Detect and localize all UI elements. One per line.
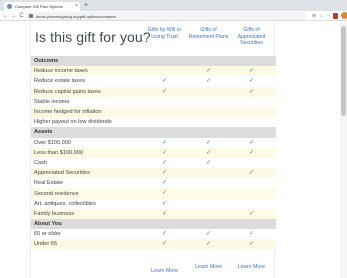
column-header-retirement[interactable]: Gifts of Retirement Plans <box>187 27 230 40</box>
checkmark-icon: ✓ <box>205 149 212 156</box>
table-row: Higher payout on low dividends <box>31 117 276 128</box>
table-row: Cash ✓ ✓ <box>31 157 276 169</box>
checkmark-icon: ✓ <box>248 88 255 95</box>
table-row: Real Estate ✓ <box>31 178 276 189</box>
checkmark-icon: ✓ <box>205 231 212 238</box>
table-row: Stable income <box>31 96 276 107</box>
browser-tab[interactable]: Compare Gift Plan Options × <box>4 2 80 11</box>
table-row: Reduce estate taxes ✓ ✓ ✓ <box>31 76 276 87</box>
checkmark-icon: ✓ <box>161 241 168 248</box>
checkmark-icon: ✓ <box>161 139 168 146</box>
row-label: Appreciated Securities <box>34 170 90 177</box>
checkmark-icon: ✓ <box>205 139 212 146</box>
checkmark-icon: ✓ <box>161 200 168 207</box>
table-row: 65 or older ✓ ✓ ✓ <box>31 229 276 240</box>
profile-avatar[interactable] <box>341 12 347 19</box>
new-tab-button[interactable]: + <box>84 1 88 10</box>
table-row: Second residence ✓ <box>31 188 276 199</box>
column-header-securities[interactable]: Gifts of Appreciated Securities <box>230 27 273 47</box>
table-row: Family business ✓ ✓ <box>31 208 276 219</box>
table-row: Reduce income taxes ✓ ✓ <box>31 66 276 77</box>
checkmark-icon: ✓ <box>248 78 255 85</box>
checkmark-icon: ✓ <box>248 231 255 238</box>
checkmark-icon: ✓ <box>161 159 168 166</box>
browser-tab-bar: Compare Gift Plan Options × + <box>0 0 347 11</box>
row-label: Over $100,000 <box>34 139 72 146</box>
section-header-row: Assets <box>31 127 276 138</box>
row-label: Real Estate <box>34 180 63 187</box>
checkmark-icon: ✓ <box>248 210 255 217</box>
row-label: Art, antiques, collectibles <box>34 200 96 207</box>
row-label: Reduce capital gains taxes <box>34 88 101 95</box>
table-row: Under 65 ✓ ✓ ✓ <box>31 239 276 250</box>
checkmark-icon: ✓ <box>161 78 168 85</box>
checkmark-icon: ✓ <box>161 88 168 95</box>
table-row: Less than $100,000 ✓ ✓ ✓ <box>31 147 276 158</box>
section-header-label: About You <box>34 221 62 228</box>
learn-more-link-will-trust[interactable]: Learn More <box>143 268 186 274</box>
table-row: Art, antiques, collectibles ✓ <box>31 198 276 209</box>
row-label: Second residence <box>34 190 79 197</box>
row-label: Higher payout on low dividends <box>34 119 112 126</box>
section-header-label: Assets <box>34 129 53 136</box>
row-label: Under 65 <box>34 241 58 248</box>
forward-icon[interactable]: → <box>10 12 17 20</box>
page-title: Is this gift for you? <box>35 29 151 45</box>
row-label: Cash <box>34 159 48 166</box>
checkmark-icon: ✓ <box>205 78 212 85</box>
red-extension-icon[interactable] <box>333 13 338 19</box>
browser-toolbar: ← → C demo.plannedgiving.org/gift-option… <box>0 11 347 21</box>
comparison-table: Outcome Reduce income taxes ✓ ✓ Reduce estat… <box>31 56 276 250</box>
learn-more-link-securities[interactable]: Learn More <box>230 264 273 270</box>
tab-title: Compare Gift Plan Options <box>15 4 63 9</box>
url-text[interactable]: demo.plannedgiving.org/gift-options/comp… <box>36 14 116 19</box>
back-icon[interactable]: ← <box>2 12 9 20</box>
learn-more-link-retirement[interactable]: Learn More <box>187 264 230 270</box>
reload-icon[interactable]: C <box>18 12 25 20</box>
checkmark-icon: ✓ <box>161 190 168 197</box>
checkmark-icon: ✓ <box>205 159 212 166</box>
section-header-row: Outcome <box>31 56 276 67</box>
table-row: Income hedged for inflation <box>31 106 276 118</box>
extension-icon[interactable]: ⊕ <box>311 13 317 19</box>
checkmark-icon: ✓ <box>248 170 255 177</box>
checkmark-icon: ✓ <box>161 180 168 187</box>
comparison-panel: Is this gift for you? Gifts by Will or L… <box>30 21 276 278</box>
web-page: Is this gift for you? Gifts by Will or L… <box>0 21 347 278</box>
checkmark-icon: ✓ <box>248 149 255 156</box>
checkmark-icon: ✓ <box>248 139 255 146</box>
checkmark-icon: ✓ <box>161 231 168 238</box>
row-label: 65 or older <box>34 231 61 238</box>
table-row: Over $100,000 ✓ ✓ ✓ <box>31 137 276 148</box>
checkmark-icon: ✓ <box>248 68 255 75</box>
row-label: Income hedged for inflation <box>34 109 102 116</box>
section-header-label: Outcome <box>34 58 59 65</box>
table-row: Reduce capital gains taxes ✓ ✓ <box>31 86 276 97</box>
row-label: Family business <box>34 210 75 217</box>
close-tab-icon[interactable]: × <box>73 3 80 10</box>
column-header-will-trust[interactable]: Gifts by Will or Living Trust <box>143 27 186 40</box>
checkmark-icon: ✓ <box>161 210 168 217</box>
bookmark-star-icon[interactable]: ☆ <box>318 13 324 19</box>
address-bar[interactable]: demo.plannedgiving.org/gift-options/comp… <box>26 12 306 20</box>
row-label: Reduce estate taxes <box>34 78 85 85</box>
row-label: Stable income <box>34 98 70 105</box>
scrollbar-thumb[interactable] <box>341 26 346 116</box>
checkmark-icon: ✓ <box>205 241 212 248</box>
table-row: Appreciated Securities ✓ ✓ <box>31 168 276 179</box>
checkmark-icon: ✓ <box>161 170 168 177</box>
more-icon[interactable]: ⋯ <box>325 13 331 19</box>
checkmark-icon: ✓ <box>248 241 255 248</box>
site-favicon-icon <box>7 4 12 9</box>
checkmark-icon: ✓ <box>205 68 212 75</box>
row-label: Less than $100,000 <box>34 149 84 156</box>
lock-icon <box>29 14 33 18</box>
row-label: Reduce income taxes <box>34 68 88 75</box>
section-header-row: About You <box>31 219 276 230</box>
checkmark-icon: ✓ <box>161 149 168 156</box>
